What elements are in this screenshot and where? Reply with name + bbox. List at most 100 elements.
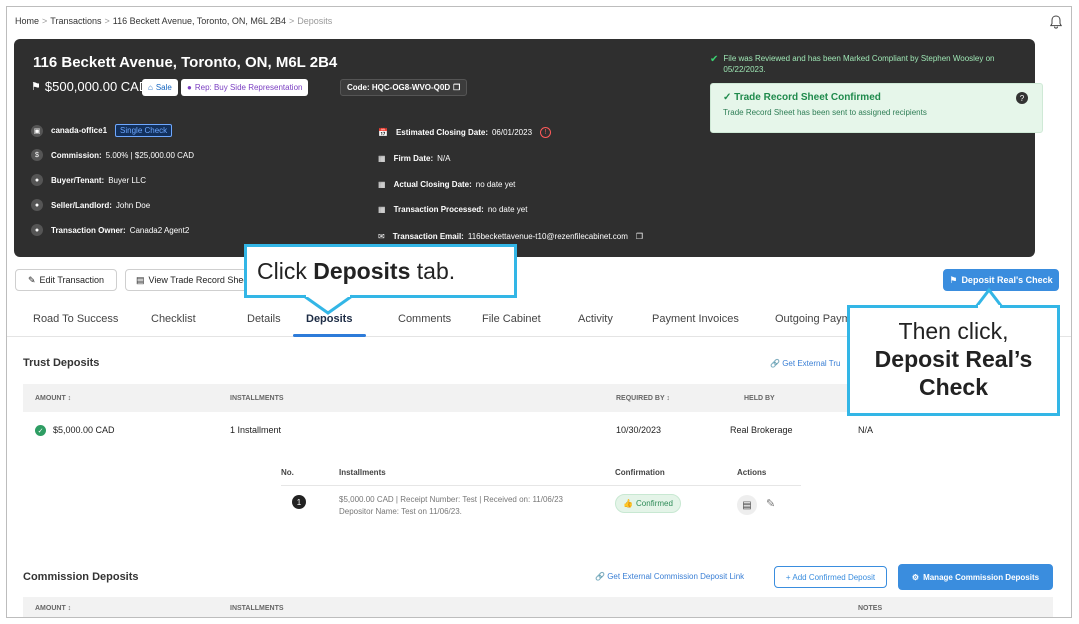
single-check-badge: Single Check <box>115 124 173 137</box>
installment-depositor: Depositor Name: Test on 11/06/23. <box>339 507 462 516</box>
trust-notes: N/A <box>858 425 874 435</box>
est-closing-row: 📅 Estimated Closing Date: 06/01/2023 ! <box>378 127 552 138</box>
sub-col-installments: Installments <box>339 468 386 477</box>
add-confirmed-deposit-button[interactable]: + Add Confirmed Deposit <box>774 566 887 588</box>
office-row: ▣ canada-office1 Single Check <box>31 124 173 137</box>
tab-activity[interactable]: Activity <box>578 313 613 325</box>
commission-row: $ Commission: 5.00% | $25,000.00 CAD <box>31 149 194 161</box>
col-amount[interactable]: AMOUNT ↕ <box>35 605 71 612</box>
breadcrumb-home[interactable]: Home <box>15 16 39 26</box>
code-badge[interactable]: Code: HQC-OG8-WVO-Q0D ❐ <box>340 79 468 96</box>
calendar-icon: ▦ <box>378 205 386 214</box>
thumbs-up-icon: 👍 <box>623 499 634 508</box>
trust-deposits-title: Trust Deposits <box>23 357 100 369</box>
sub-col-confirmation: Confirmation <box>615 468 665 477</box>
transaction-title: 116 Beckett Avenue, Toronto, ON, M6L 2B4 <box>33 54 338 71</box>
person-icon: ● <box>31 199 43 211</box>
rep-badge: ● Rep: Buy Side Representation <box>181 79 309 96</box>
tab-details[interactable]: Details <box>247 313 281 325</box>
app-window: Home > Transactions >116 Beckett Avenue, To… <box>6 6 1072 618</box>
check-circle-icon: ✔ <box>710 54 719 65</box>
compliance-note: ✔ File was Reviewed and has been Marked … <box>710 54 995 75</box>
bell-icon[interactable] <box>1048 14 1064 30</box>
col-amount[interactable]: AMOUNT ↕ <box>35 395 71 402</box>
firm-row: ▦ Firm Date: N/A <box>378 154 451 163</box>
installment-number: 1 <box>292 495 306 509</box>
installment-detail: $5,000.00 CAD | Receipt Number: Test | R… <box>339 495 563 504</box>
trust-installments: 1 Installment <box>230 425 282 435</box>
col-required-by[interactable]: REQUIRED BY ↕ <box>616 395 670 402</box>
trust-required-by: 10/30/2023 <box>616 425 662 435</box>
price-value: $500,000.00 CAD <box>44 79 149 94</box>
link-icon: 🔗 <box>595 572 605 581</box>
help-icon[interactable]: ? <box>1016 92 1028 104</box>
sub-col-actions: Actions <box>737 468 767 477</box>
check-circle-icon: ✓ <box>35 425 46 436</box>
callout-click-deposits: Click Deposits tab. <box>244 244 517 298</box>
edit-transaction-button[interactable]: ✎ Edit Transaction <box>15 269 117 291</box>
divider <box>281 485 801 486</box>
document-icon: ▤ <box>136 274 145 285</box>
actual-closing-row: ▦ Actual Closing Date: no date yet <box>378 180 516 189</box>
mail-icon: ✉ <box>378 232 385 241</box>
price: ⚑ $500,000.00 CAD <box>31 79 148 94</box>
trust-held-by: Real Brokerage <box>730 425 793 435</box>
tab-file-cabinet[interactable]: File Cabinet <box>482 313 541 325</box>
office-icon: ▣ <box>31 124 43 137</box>
processed-row: ▦ Transaction Processed: no date yet <box>378 205 528 214</box>
person-icon: ● <box>187 83 192 92</box>
active-tab-indicator <box>293 334 366 337</box>
tag-icon: ⚑ <box>31 81 41 93</box>
breadcrumb-current: Deposits <box>297 16 333 26</box>
sale-badge: ⌂ Sale <box>142 79 178 96</box>
person-icon: ● <box>31 224 43 236</box>
callout-pointer <box>974 287 1004 308</box>
manage-commission-deposits-button[interactable]: ⚙ Manage Commission Deposits <box>898 564 1053 590</box>
tab-outgoing-payments[interactable]: Outgoing Paym <box>775 313 851 325</box>
col-notes: NOTES <box>858 605 883 612</box>
alert-icon: ! <box>540 127 552 138</box>
table-row[interactable]: ✓ $5,000.00 CAD 1 Installment 10/30/2023… <box>7 425 1071 441</box>
owner-row: ● Transaction Owner: Canada2 Agent2 <box>31 224 189 236</box>
trade-record-card: ✓ Trade Record Sheet Confirmed Trade Rec… <box>710 83 1043 133</box>
home-icon: ⌂ <box>148 83 153 92</box>
email-row: ✉ Transaction Email: 116beckettavenue-t10… <box>378 232 644 241</box>
sub-col-no: No. <box>281 468 294 477</box>
breadcrumb-address[interactable]: 116 Beckett Avenue, Toronto, ON, M6L 2B4 <box>113 16 286 26</box>
breadcrumb: Home > Transactions >116 Beckett Avenue, To… <box>15 16 333 26</box>
confirmed-badge: 👍 Confirmed <box>615 494 681 513</box>
trust-amount: $5,000.00 CAD <box>53 425 115 435</box>
breadcrumb-transactions[interactable]: Transactions <box>50 16 101 26</box>
bank-icon: ⚑ <box>949 274 958 285</box>
seller-row: ● Seller/Landlord: John Doe <box>31 199 150 211</box>
calendar-icon: ▦ <box>378 180 386 189</box>
view-trade-record-button[interactable]: ▤ View Trade Record Sheet <box>125 269 255 291</box>
callout-deposit-check: Then click, Deposit Real’s Check <box>847 305 1060 416</box>
dollar-icon: $ <box>31 149 43 161</box>
tab-checklist[interactable]: Checklist <box>151 313 196 325</box>
pencil-icon[interactable]: ✎ <box>766 497 775 510</box>
copy-icon[interactable]: ❐ <box>453 83 460 92</box>
commission-table-header: AMOUNT ↕ INSTALLMENTS NOTES <box>23 597 1053 617</box>
tab-road-to-success[interactable]: Road To Success <box>33 313 118 325</box>
tab-payment-invoices[interactable]: Payment Invoices <box>652 313 739 325</box>
document-icon[interactable]: ▤ <box>737 495 757 515</box>
pencil-icon: ✎ <box>27 274 36 285</box>
get-external-commission-link[interactable]: 🔗 Get External Commission Deposit Link <box>595 572 744 581</box>
calendar-icon: ▦ <box>378 154 386 163</box>
link-icon: 🔗 <box>770 359 780 368</box>
buyer-row: ● Buyer/Tenant: Buyer LLC <box>31 174 146 186</box>
gear-icon: ⚙ <box>911 572 920 582</box>
tab-comments[interactable]: Comments <box>398 313 451 325</box>
col-held-by: HELD BY <box>744 395 775 402</box>
commission-deposits-title: Commission Deposits <box>23 571 139 583</box>
person-icon: ● <box>31 174 43 186</box>
transaction-header: 116 Beckett Avenue, Toronto, ON, M6L 2B4… <box>14 39 1043 257</box>
calendar-icon: 📅 <box>378 128 388 137</box>
check-circle-icon: ✓ <box>723 92 732 103</box>
copy-icon[interactable]: ❐ <box>636 232 643 241</box>
get-external-trust-link[interactable]: 🔗 Get External Tru <box>770 359 840 368</box>
col-installments: INSTALLMENTS <box>230 605 284 612</box>
col-installments: INSTALLMENTS <box>230 395 284 402</box>
callout-pointer <box>303 294 353 315</box>
